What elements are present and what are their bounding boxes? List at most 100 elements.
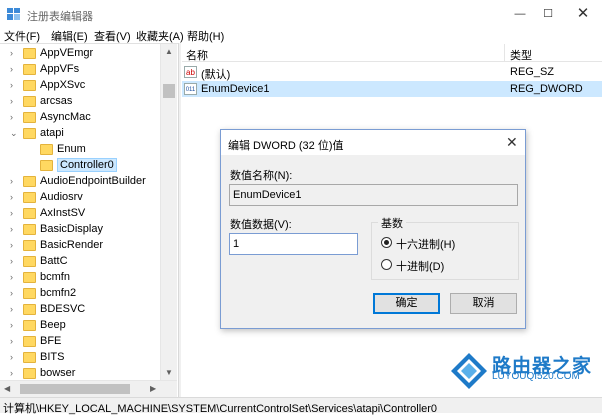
menu-edit[interactable]: 编辑(E) — [51, 28, 88, 44]
value-data-input[interactable]: 1 — [229, 233, 358, 255]
pane-splitter[interactable] — [178, 43, 181, 397]
folder-icon — [23, 96, 36, 107]
folder-icon — [40, 160, 53, 171]
base-label: 基数 — [378, 215, 406, 231]
tree-item[interactable]: Enum — [0, 142, 160, 158]
tree-item-label: BasicRender — [40, 239, 103, 251]
expand-chevron-icon[interactable]: › — [10, 320, 20, 330]
tree-item-label: atapi — [40, 127, 64, 139]
tree-horizontal-scrollbar[interactable]: ◀ ▶ — [0, 380, 177, 397]
expand-chevron-icon[interactable]: › — [10, 192, 20, 202]
expand-chevron-icon[interactable]: › — [10, 240, 20, 250]
dialog-close-button[interactable]: ✕ — [506, 134, 518, 151]
minimize-button[interactable]: — — [509, 4, 531, 24]
tree-item-label: AudioEndpointBuilder — [40, 175, 146, 187]
expand-chevron-icon[interactable]: › — [10, 368, 20, 378]
expand-chevron-icon[interactable]: › — [10, 256, 20, 266]
menu-view[interactable]: 查看(V) — [94, 28, 131, 44]
menu-help[interactable]: 帮助(H) — [187, 28, 224, 44]
folder-icon — [23, 304, 36, 315]
tree-item-label: bcmfn2 — [40, 287, 77, 299]
cancel-button[interactable]: 取消 — [450, 293, 517, 314]
tree-item[interactable]: › BasicRender — [0, 238, 160, 254]
tree-item-label: bowser — [40, 367, 76, 379]
folder-icon — [23, 240, 36, 251]
list-item[interactable]: 011 EnumDevice1 REG_DWORD — [182, 81, 602, 97]
tree-item[interactable]: › BFE — [0, 334, 160, 350]
tree-item[interactable]: ⌄ atapi — [0, 126, 160, 142]
folder-icon — [23, 352, 36, 363]
expand-chevron-icon[interactable]: › — [10, 272, 20, 282]
scroll-right-icon[interactable]: ▶ — [150, 384, 156, 393]
close-button[interactable]: ✕ — [572, 4, 594, 24]
menu-favorites[interactable]: 收藏夹(A) — [136, 28, 184, 44]
tree-item-label: arcsas — [40, 95, 73, 107]
column-separator[interactable] — [504, 44, 505, 62]
tree-item[interactable]: › bcmfn2 — [0, 286, 160, 302]
folder-icon — [40, 144, 53, 155]
tree-item[interactable]: › AsyncMac — [0, 110, 160, 126]
expand-chevron-icon[interactable]: › — [10, 352, 20, 362]
tree-item[interactable]: › AudioEndpointBuilder — [0, 174, 160, 190]
folder-icon — [23, 272, 36, 283]
folder-icon — [23, 256, 36, 267]
expand-chevron-icon[interactable]: › — [10, 336, 20, 346]
list-item[interactable]: ab (默认) REG_SZ — [182, 64, 602, 81]
tree-item-label: BITS — [40, 351, 65, 363]
expand-chevron-icon[interactable]: › — [10, 208, 20, 218]
folder-icon — [23, 320, 36, 331]
tree-item[interactable]: › BasicDisplay — [0, 222, 160, 238]
tree-item[interactable]: › AxInstSV — [0, 206, 160, 222]
column-header-name[interactable]: 名称 — [186, 47, 208, 63]
hex-radio[interactable] — [381, 237, 392, 248]
value-type: REG_DWORD — [510, 83, 583, 95]
tree-item-label: AsyncMac — [40, 111, 91, 123]
window-title: 注册表编辑器 — [27, 11, 93, 23]
expand-chevron-icon[interactable]: › — [10, 48, 20, 58]
expand-chevron-icon[interactable]: › — [10, 112, 20, 122]
column-header-type[interactable]: 类型 — [510, 47, 532, 63]
expand-chevron-icon[interactable]: › — [10, 176, 20, 186]
tree-vertical-scrollbar[interactable]: ▲ ▼ — [160, 44, 177, 380]
value-name-field[interactable]: EnumDevice1 — [229, 184, 518, 206]
menu-file[interactable]: 文件(F) — [4, 28, 40, 44]
tree-item[interactable]: › Audiosrv — [0, 190, 160, 206]
expand-chevron-icon[interactable]: › — [10, 288, 20, 298]
scrollbar-thumb[interactable] — [20, 384, 130, 394]
tree-item-label: Beep — [40, 319, 66, 331]
folder-icon — [23, 192, 36, 203]
expand-chevron-icon[interactable]: › — [10, 304, 20, 314]
hex-radio-label[interactable]: 十六进制(H) — [396, 236, 455, 252]
tree-item[interactable]: › BattC — [0, 254, 160, 270]
tree-item-label: AppXSvc — [40, 79, 86, 91]
tree-item[interactable]: › BDESVC — [0, 302, 160, 318]
registry-tree[interactable]: › AppVEmgr › AppVFs › AppXSvc › arcsas › AsyncMac… — [0, 43, 178, 397]
tree-item[interactable]: › AppVFs — [0, 62, 160, 78]
tree-item[interactable]: › AppXSvc — [0, 78, 160, 94]
windows-logo-icon — [451, 353, 487, 389]
tree-item-label: BattC — [40, 255, 68, 267]
scrollbar-thumb[interactable] — [163, 84, 175, 98]
tree-item[interactable]: › bcmfn — [0, 270, 160, 286]
expand-chevron-icon[interactable]: › — [10, 96, 20, 106]
ok-button[interactable]: 确定 — [373, 293, 440, 314]
tree-item[interactable]: › arcsas — [0, 94, 160, 110]
expand-chevron-icon[interactable]: › — [10, 64, 20, 74]
scroll-up-icon[interactable]: ▲ — [165, 47, 173, 56]
collapse-chevron-icon[interactable]: ⌄ — [10, 128, 20, 139]
decimal-radio-label[interactable]: 十进制(D) — [396, 258, 444, 274]
tree-item-label: Audiosrv — [40, 191, 83, 203]
expand-chevron-icon[interactable]: › — [10, 80, 20, 90]
tree-item[interactable]: › AppVEmgr — [0, 46, 160, 62]
maximize-button[interactable]: ☐ — [537, 4, 559, 24]
decimal-radio[interactable] — [381, 259, 392, 270]
tree-item[interactable]: Controller0 — [0, 158, 160, 174]
expand-chevron-icon[interactable]: › — [10, 224, 20, 234]
scroll-down-icon[interactable]: ▼ — [165, 368, 173, 377]
folder-icon — [23, 208, 36, 219]
base-groupbox: 基数 十六进制(H) 十进制(D) — [371, 215, 519, 280]
tree-item[interactable]: › Beep — [0, 318, 160, 334]
scroll-left-icon[interactable]: ◀ — [4, 384, 10, 393]
tree-item[interactable]: › BITS — [0, 350, 160, 366]
list-header: 名称 类型 — [182, 44, 602, 62]
